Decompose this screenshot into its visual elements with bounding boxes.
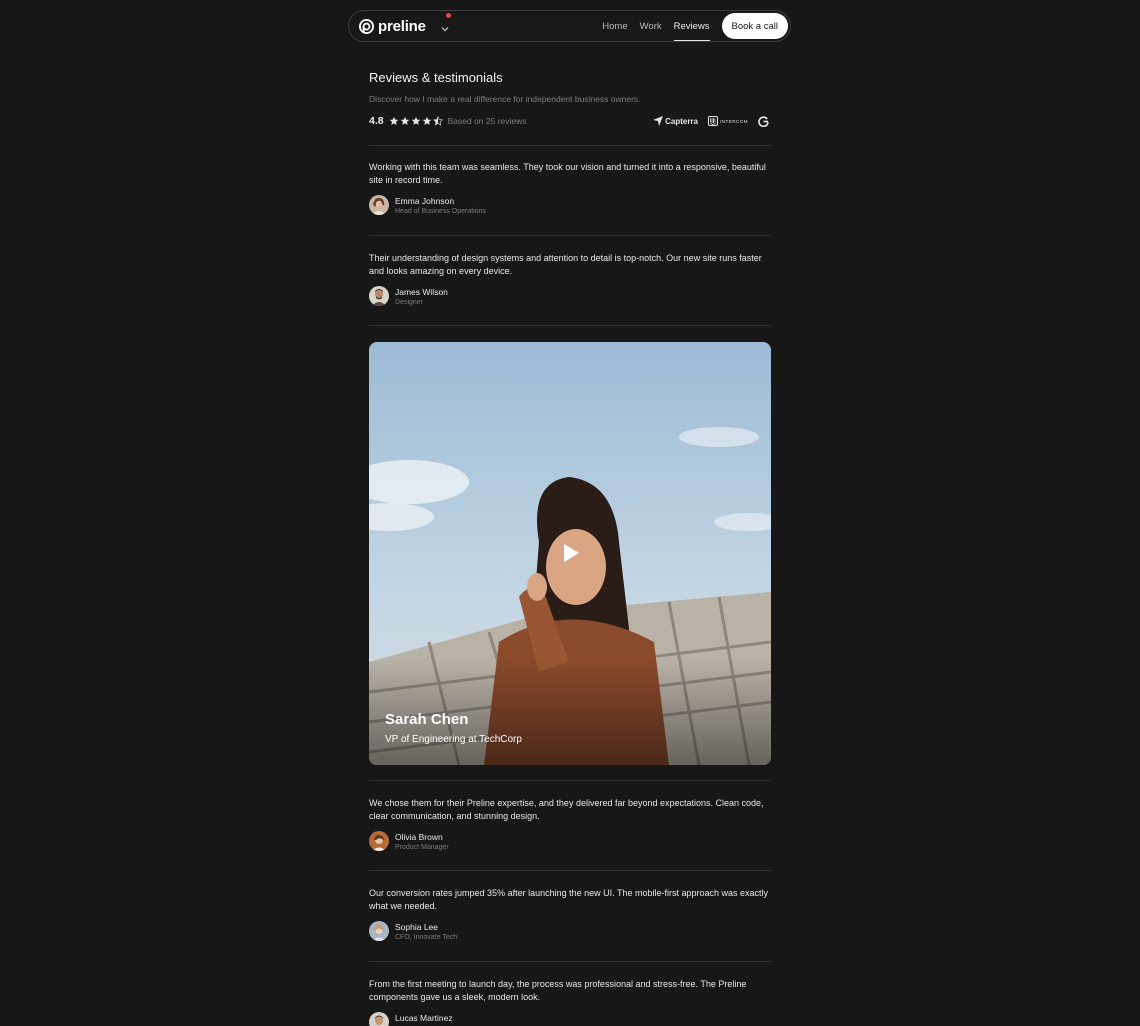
star-icon — [411, 116, 420, 125]
star-icon — [422, 116, 431, 125]
avatar — [369, 831, 389, 851]
review-card: From the first meeting to launch day, th… — [369, 978, 771, 1026]
notification-dot — [446, 13, 451, 18]
review-count: Based on 25 reviews — [447, 116, 527, 126]
partner-logos: Capterra INTERCOM — [653, 114, 771, 128]
avatar — [369, 286, 389, 306]
divider — [369, 325, 771, 326]
avatar — [369, 921, 389, 941]
nav-links: Home Work Reviews Book a call — [602, 11, 790, 41]
rating-stars — [389, 116, 443, 126]
review-card: Our conversion rates jumped 35% after la… — [369, 887, 771, 943]
author-name: Olivia Brown — [395, 832, 443, 842]
book-a-call-button[interactable]: Book a call — [721, 13, 788, 39]
author-name: Lucas Martinez — [395, 1013, 453, 1023]
author-name: James Wilson — [395, 287, 448, 297]
review-text: Our conversion rates jumped 35% after la… — [369, 888, 769, 911]
divider — [369, 145, 771, 146]
nav-link-work[interactable]: Work — [640, 11, 662, 41]
review-card: Their understanding of design systems an… — [369, 252, 771, 308]
star-half-icon — [432, 116, 443, 126]
review-author: Olivia Brown Product Manager — [369, 831, 771, 853]
star-icon — [389, 116, 398, 125]
rating-summary: 4.8 Based on 25 reviews Capterra INTERCO… — [369, 114, 771, 128]
video-person-name: Sarah Chen — [385, 711, 469, 728]
review-author: Emma Johnson Head of Business Operations — [369, 195, 771, 217]
g2-logo-icon — [758, 115, 771, 127]
brand-logo[interactable]: preline — [359, 18, 426, 35]
video-person-role: VP of Engineering at TechCorp — [385, 734, 522, 745]
review-author: James Wilson Designer — [369, 286, 771, 308]
play-icon[interactable] — [559, 542, 581, 564]
author-role: Designer — [395, 299, 424, 306]
review-card: Working with this team was seamless. The… — [369, 161, 771, 217]
nav-link-reviews[interactable]: Reviews — [673, 11, 710, 41]
avatar — [369, 195, 389, 215]
review-author: Lucas Martinez — [369, 1012, 771, 1026]
author-name: Emma Johnson — [395, 196, 455, 206]
review-text: Their understanding of design systems an… — [369, 253, 762, 276]
intercom-icon — [708, 116, 718, 126]
avatar — [369, 1012, 389, 1026]
author-role: CFO, Innovate Tech — [395, 934, 458, 941]
page-title: Reviews & testimonials — [369, 70, 503, 85]
preline-logo-icon — [359, 18, 374, 34]
divider — [369, 961, 771, 962]
page-subtitle: Discover how I make a real difference fo… — [369, 94, 641, 104]
author-role: Head of Business Operations — [395, 208, 487, 215]
review-text: Working with this team was seamless. The… — [369, 162, 766, 185]
divider — [369, 780, 771, 781]
author-role: Product Manager — [395, 844, 449, 851]
review-author: Sophia Lee CFO, Innovate Tech — [369, 921, 771, 943]
top-navbar: preline Home Work Reviews Book a call — [348, 10, 791, 42]
rating-value: 4.8 — [369, 115, 384, 127]
divider — [369, 870, 771, 871]
review-card: We chose them for their Preline expertis… — [369, 797, 771, 853]
chevron-down-icon[interactable] — [440, 21, 450, 32]
capterra-logo: Capterra — [653, 116, 698, 126]
brand-name: preline — [378, 17, 426, 35]
review-text: We chose them for their Preline expertis… — [369, 798, 764, 821]
intercom-logo: INTERCOM — [708, 116, 748, 126]
review-text: From the first meeting to launch day, th… — [369, 979, 747, 1002]
capterra-arrow-icon — [653, 116, 664, 126]
star-icon — [400, 116, 409, 125]
nav-link-home[interactable]: Home — [602, 11, 627, 41]
author-name: Sophia Lee — [395, 922, 439, 932]
divider — [369, 235, 771, 236]
video-testimonial[interactable]: Sarah Chen VP of Engineering at TechCorp — [369, 342, 771, 765]
